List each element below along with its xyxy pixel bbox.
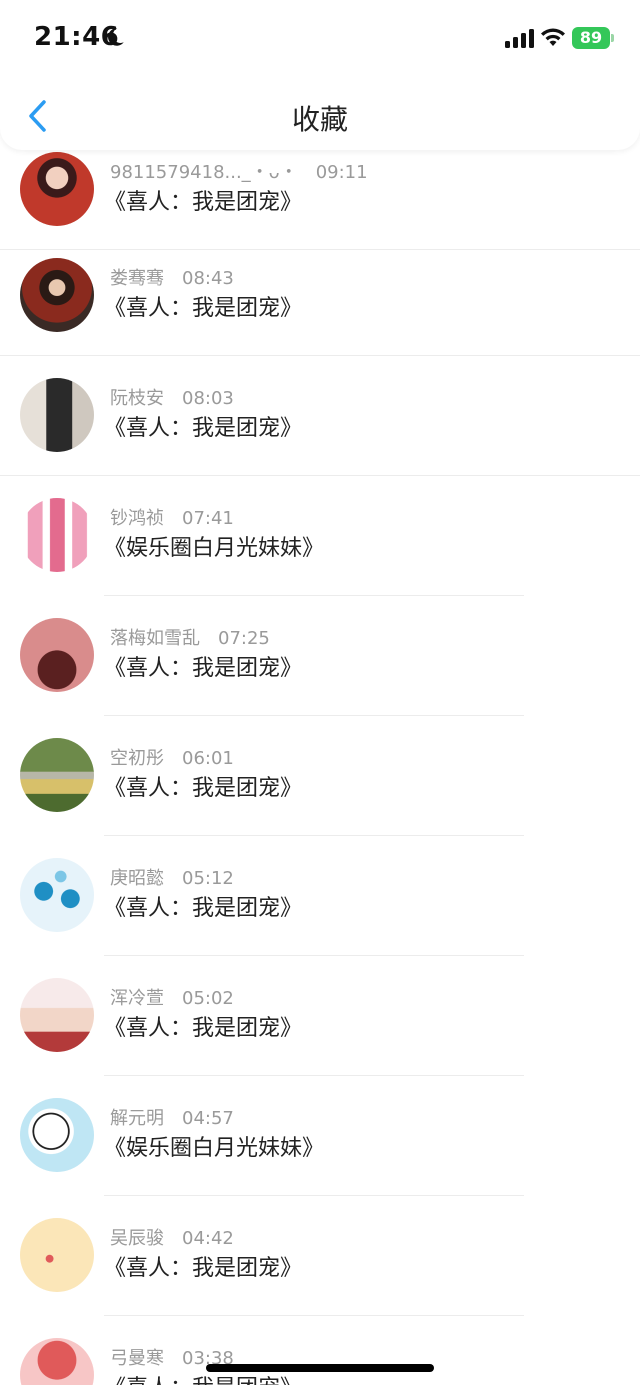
item-time: 05:02 xyxy=(182,988,234,1009)
book-title: 《喜人：我是团宠》 xyxy=(104,896,303,921)
book-title: 《喜人：我是团宠》 xyxy=(104,656,303,681)
avatar xyxy=(20,978,94,1052)
item-time: 04:42 xyxy=(182,1228,234,1249)
user-name: 阮枝安 xyxy=(110,388,164,409)
item-time: 07:25 xyxy=(218,628,270,649)
item-time: 05:12 xyxy=(182,868,234,889)
book-title: 《娱乐圈白月光妹妹》 xyxy=(104,1136,325,1161)
user-name: 庚昭懿 xyxy=(110,868,164,889)
user-name: 钞鸿祯 xyxy=(110,508,164,529)
list-item[interactable]: 浑冷萱 05:02 《喜人：我是团宠》 xyxy=(0,956,640,1076)
item-time: 08:43 xyxy=(182,268,234,289)
book-title: 《喜人：我是团宠》 xyxy=(104,296,303,321)
list-item[interactable]: 吴辰骏 04:42 《喜人：我是团宠》 xyxy=(0,1196,640,1316)
user-name: 落梅如雪乱 xyxy=(110,628,200,649)
item-time: 08:03 xyxy=(182,388,234,409)
item-time: 06:01 xyxy=(182,748,234,769)
avatar xyxy=(20,618,94,692)
book-title: 《喜人：我是团宠》 xyxy=(104,776,303,801)
avatar xyxy=(20,1338,94,1385)
list-item[interactable]: 解元明 04:57 《娱乐圈白月光妹妹》 xyxy=(0,1076,640,1196)
avatar xyxy=(20,152,94,226)
wifi-icon xyxy=(541,28,565,46)
user-name: 浑冷萱 xyxy=(110,988,164,1009)
header: 21:46 89 收藏 xyxy=(0,0,640,150)
list-item[interactable]: 空初彤 06:01 《喜人：我是团宠》 xyxy=(0,716,640,836)
book-title: 《喜人：我是团宠》 xyxy=(104,416,303,441)
book-title: 《喜人：我是团宠》 xyxy=(104,1370,302,1385)
avatar xyxy=(20,1218,94,1292)
avatar xyxy=(20,498,94,572)
page-title: 收藏 xyxy=(291,103,348,136)
item-time: 09:11 xyxy=(315,162,368,183)
avatar xyxy=(20,738,94,812)
list-item[interactable]: 弓曼寒03:38 《喜人：我是团宠》 xyxy=(0,1316,640,1385)
item-time: 04:57 xyxy=(182,1108,234,1129)
list-item[interactable]: 落梅如雪乱 07:25 《喜人：我是团宠》 xyxy=(0,596,640,716)
nav-bar: 收藏 xyxy=(0,86,640,146)
avatar xyxy=(20,378,94,452)
user-name: 解元明 xyxy=(110,1108,164,1129)
list-item[interactable]: 庚昭懿 05:12 《喜人：我是团宠》 xyxy=(0,836,640,956)
moon-icon xyxy=(108,28,124,46)
item-time: 07:41 xyxy=(182,508,234,529)
avatar xyxy=(20,1098,94,1172)
favorites-list: 9811579418..._・ᴗ・ 09:11 《喜人：我是团宠》 娄骞骞 08:4… xyxy=(0,0,640,1385)
user-name: 吴辰骏 xyxy=(110,1228,164,1249)
user-name: 空初彤 xyxy=(110,748,164,769)
user-name: 弓曼寒 xyxy=(110,1348,164,1369)
status-bar: 21:46 89 xyxy=(0,0,640,80)
list-item[interactable]: 钞鸿祯 07:41 《娱乐圈白月光妹妹》 xyxy=(0,476,640,596)
list-item[interactable]: 娄骞骞 08:43 《喜人：我是团宠》 xyxy=(0,236,640,356)
battery-level: 89 xyxy=(572,27,610,49)
user-name: 娄骞骞 xyxy=(110,268,164,289)
avatar xyxy=(20,258,94,332)
home-indicator xyxy=(206,1364,434,1372)
battery-icon: 89 xyxy=(572,27,614,49)
user-name: 9811579418..._・ᴗ・ xyxy=(110,162,298,183)
cellular-signal-icon xyxy=(505,29,534,48)
book-title: 《喜人：我是团宠》 xyxy=(104,1256,303,1281)
list-item[interactable]: 阮枝安 08:03 《喜人：我是团宠》 xyxy=(0,356,640,476)
book-title: 《喜人：我是团宠》 xyxy=(104,1016,303,1041)
book-title: 《娱乐圈白月光妹妹》 xyxy=(104,536,325,561)
avatar xyxy=(20,858,94,932)
book-title: 《喜人：我是团宠》 xyxy=(104,190,303,215)
